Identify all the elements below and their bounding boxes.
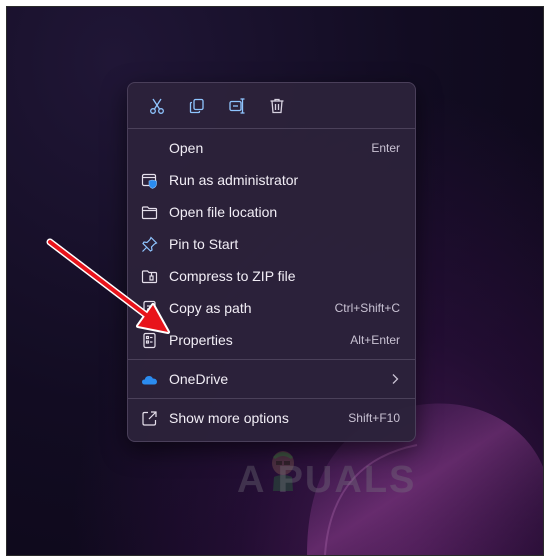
onedrive-cloud-icon (141, 371, 158, 388)
watermark-text: A PUALS (237, 459, 417, 501)
shield-window-icon (141, 172, 158, 189)
menu-item-label: Open file location (169, 204, 278, 220)
menu-item-shortcut: Enter (371, 141, 400, 155)
menu-item-shortcut: Alt+Enter (350, 333, 400, 347)
menu-item-open[interactable]: Open Enter (128, 132, 415, 164)
scissors-icon (150, 98, 164, 114)
menu-item-onedrive[interactable]: OneDrive (128, 363, 415, 395)
chevron-right-icon (392, 374, 399, 384)
menu-item-shortcut: Shift+F10 (348, 411, 400, 425)
menu-item-run-as-administrator[interactable]: Run as administrator (128, 164, 415, 196)
rename-icon (229, 97, 245, 114)
delete-button[interactable] (262, 91, 292, 121)
menu-list-primary: Open Enter Run as administrator Open fil… (128, 129, 415, 359)
menu-item-compress-to-zip[interactable]: Compress to ZIP file (128, 260, 415, 292)
menu-item-properties[interactable]: Properties Alt+Enter (128, 324, 415, 356)
menu-item-label: OneDrive (169, 371, 229, 387)
cut-button[interactable] (142, 91, 172, 121)
copy-icon (189, 98, 204, 113)
menu-item-copy-as-path[interactable]: Copy as path Ctrl+Shift+C (128, 292, 415, 324)
pin-icon (141, 236, 158, 253)
menu-item-label: Show more options (169, 410, 289, 426)
menu-item-show-more-options[interactable]: Show more options Shift+F10 (128, 402, 415, 434)
trash-icon (270, 98, 284, 113)
copy-button[interactable] (182, 91, 212, 121)
share-arrow-icon (141, 410, 158, 427)
menu-list-onedrive: OneDrive (128, 360, 415, 398)
rename-button[interactable] (222, 91, 252, 121)
copy-path-icon (141, 300, 158, 317)
menu-item-label: Properties (169, 332, 233, 348)
menu-item-open-file-location[interactable]: Open file location (128, 196, 415, 228)
folder-icon (141, 204, 158, 221)
context-menu: Open Enter Run as administrator Open fil… (127, 82, 416, 442)
zip-folder-icon (141, 268, 158, 285)
menu-item-label: Pin to Start (169, 236, 239, 252)
menu-item-shortcut: Ctrl+Shift+C (334, 301, 400, 315)
menu-item-pin-to-start[interactable]: Pin to Start (128, 228, 415, 260)
menu-list-more: Show more options Shift+F10 (128, 399, 415, 437)
context-menu-toolbar (128, 83, 415, 128)
properties-icon (141, 332, 158, 349)
menu-item-label: Run as administrator (169, 172, 299, 188)
menu-item-label: Open (169, 140, 204, 156)
menu-item-label: Compress to ZIP file (169, 268, 296, 284)
menu-item-label: Copy as path (169, 300, 252, 316)
